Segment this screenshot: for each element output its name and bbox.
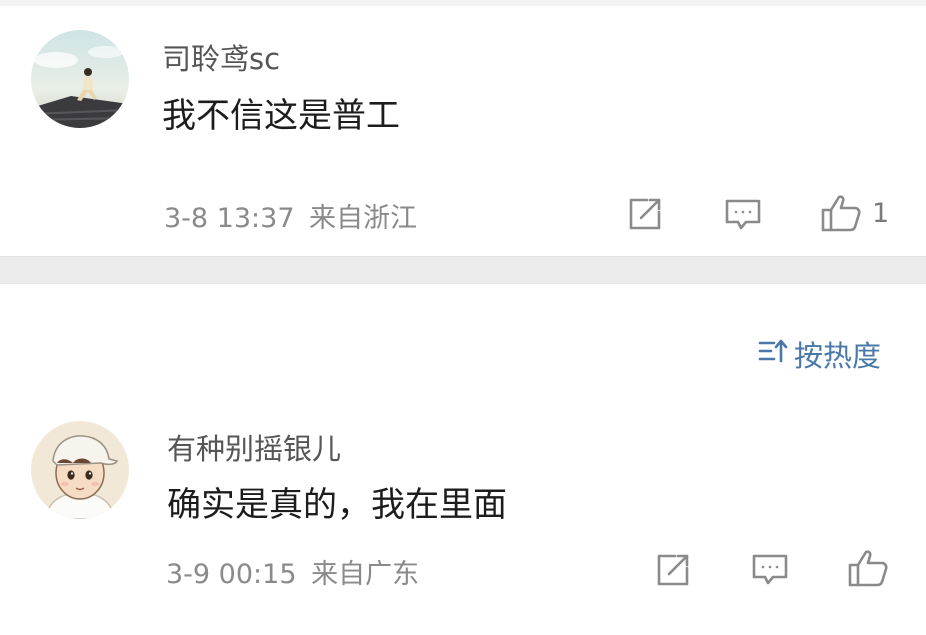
share-icon bbox=[627, 196, 663, 232]
location: 来自广东 bbox=[311, 559, 420, 590]
share-button[interactable] bbox=[627, 196, 663, 232]
username[interactable]: 有种别摇银儿 bbox=[167, 426, 341, 468]
sort-by-hot-button[interactable]: 按热度 bbox=[758, 333, 881, 375]
top-divider bbox=[0, 0, 926, 6]
share-icon bbox=[655, 552, 691, 588]
share-button[interactable] bbox=[655, 552, 691, 588]
comment-text: 确实是真的，我在里面 bbox=[167, 485, 507, 525]
comment-meta: 3-8 13:37 来自浙江 bbox=[164, 196, 417, 235]
avatar[interactable] bbox=[31, 421, 129, 519]
timestamp: 3-8 13:37 bbox=[164, 203, 295, 234]
comment-button[interactable] bbox=[724, 197, 762, 233]
location: 来自浙江 bbox=[309, 203, 418, 234]
comment-icon bbox=[751, 552, 789, 588]
timestamp: 3-9 00:15 bbox=[166, 559, 297, 590]
comment-icon bbox=[724, 197, 762, 233]
like-button[interactable] bbox=[847, 548, 889, 588]
username[interactable]: 司聆鸢sc bbox=[162, 36, 280, 78]
comment-meta: 3-9 00:15 来自广东 bbox=[166, 552, 419, 591]
sort-label: 按热度 bbox=[794, 339, 882, 373]
section-divider bbox=[0, 256, 926, 284]
comment-button[interactable] bbox=[751, 552, 789, 588]
thumbs-up-icon bbox=[847, 548, 889, 588]
sort-icon bbox=[758, 336, 794, 373]
like-button[interactable]: 1 bbox=[820, 193, 889, 233]
comment-text: 我不信这是普工 bbox=[162, 96, 400, 136]
thumbs-up-icon bbox=[820, 193, 862, 233]
avatar[interactable] bbox=[31, 30, 129, 128]
like-count: 1 bbox=[872, 197, 890, 229]
